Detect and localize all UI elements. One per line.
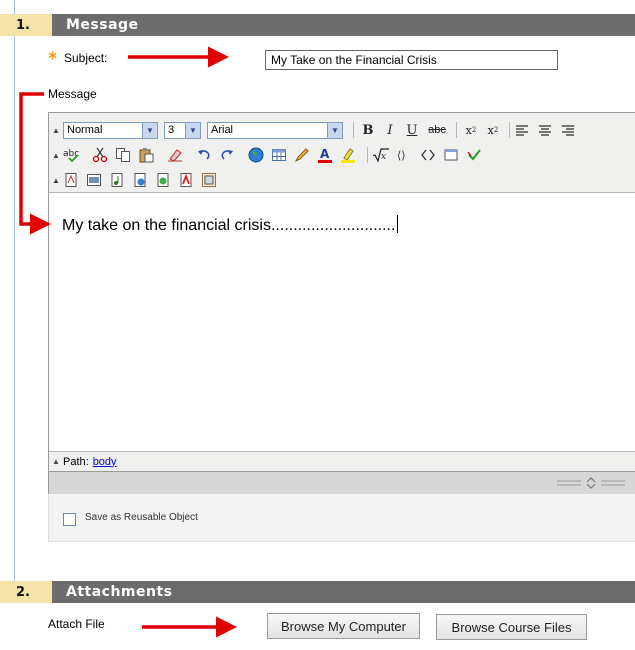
message-arrow xyxy=(19,92,51,235)
annotation-arrows xyxy=(19,46,237,638)
